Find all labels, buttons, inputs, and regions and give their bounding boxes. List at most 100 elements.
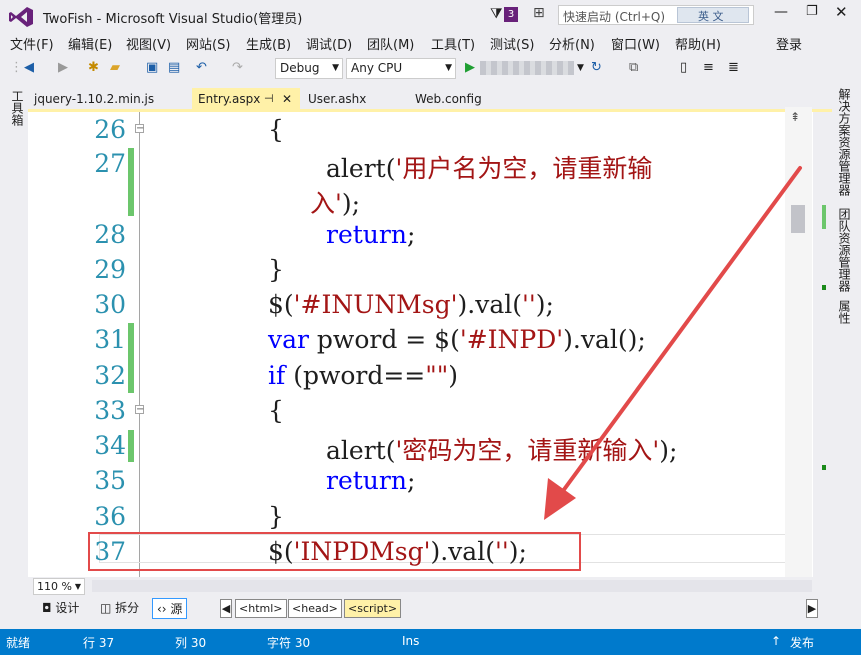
code-token: pword = $( [308,325,460,354]
uncomment-icon[interactable]: ≣ [728,60,739,75]
code-line-30: $('#INUNMsg').val(''); [268,290,554,319]
menu-debug[interactable]: 调试(D) [306,34,352,53]
code-line-36: } [268,502,284,531]
platform-select[interactable]: Any CPU ▼ [346,58,456,79]
browser-link-icon[interactable]: ⧉ [629,60,638,75]
undo-icon[interactable]: ↶ [196,60,207,75]
tab-web-config[interactable]: Web.config [409,88,519,110]
new-project-icon[interactable]: ✱ [88,60,99,75]
toolbar: ⋮ ◀ ▶ ✱ ▰ ▣ ▤ ↶ ↷ Debug ▼ Any CPU ▼ ▶ ▼ … [0,54,861,84]
line-number: 26 [94,115,126,144]
menu-build[interactable]: 生成(B) [246,34,291,53]
string-token: '#INPD' [459,325,564,354]
crumb-head[interactable]: <head> [288,599,342,618]
notification-badge[interactable]: 3 [504,7,518,22]
scrollbar-thumb[interactable] [791,205,805,233]
menu-team[interactable]: 团队(M) [367,34,414,53]
line-number: 36 [94,502,126,531]
chevron-down-icon: ▼ [332,63,339,73]
debug-target-blurred[interactable] [480,61,574,75]
horizontal-scrollbar[interactable] [92,580,812,592]
menu-website[interactable]: 网站(S) [186,34,230,53]
keyword-token: var [268,325,309,354]
chevron-down-icon: ▼ [445,63,452,73]
split-view-button[interactable]: ◫ 拆分 [96,598,143,619]
menu-analyze[interactable]: 分析(N) [549,34,595,53]
menu-view[interactable]: 视图(V) [126,34,171,53]
code-line-35: return; [326,466,415,495]
line-number: 27 [94,149,126,178]
string-token: '用户名为空，请重新输 [395,154,653,183]
collapse-icon[interactable]: − [135,405,144,415]
view-bar [28,596,832,622]
toolbox-tab[interactable]: 工具箱 [9,90,26,126]
code-token: ); [341,189,361,218]
menu-file[interactable]: 文件(F) [10,34,54,53]
left-tool-strip [0,84,28,629]
string-token: 入' [310,189,342,218]
save-all-icon[interactable]: ▤ [168,60,180,75]
feedback-icon[interactable]: ⊞ [533,5,545,21]
code-editor[interactable]: 26 27 28 29 30 31 32 33 34 35 36 37 − − … [28,112,813,577]
status-column: 列 30 [175,636,207,650]
zoom-select[interactable]: 110 % ▼ [33,578,85,595]
toggle-bookmark-icon[interactable]: ▯ [680,60,687,75]
menu-help[interactable]: 帮助(H) [675,34,721,53]
solution-explorer-tab[interactable]: 解决方案资源管理器 [836,88,853,196]
code-token: ; [406,220,416,249]
restore-button[interactable]: ❐ [806,4,818,19]
menu-test[interactable]: 测试(S) [490,34,534,53]
login-link[interactable]: 登录 [776,34,802,53]
forward-icon[interactable]: ▶ [58,60,68,75]
line-number: 32 [94,361,126,390]
source-view-button[interactable]: ‹› 源 [152,598,188,619]
refresh-icon[interactable]: ↻ [591,60,602,75]
comment-icon[interactable]: ≡ [703,60,714,75]
open-file-icon[interactable]: ▰ [110,60,120,75]
tab-user-ashx[interactable]: User.ashx [302,88,402,110]
string-token: '密码为空，请重新输入' [395,436,660,465]
crumb-back-button[interactable]: ◀ [220,599,232,618]
minimize-button[interactable]: — [774,4,788,20]
publish-button[interactable]: 发布 [790,634,814,651]
code-line-31: var pword = $('#INPD').val(); [268,325,646,354]
design-view-button[interactable]: ◘ 设计 [38,598,83,619]
publish-icon[interactable]: ↑ [771,634,781,648]
collapse-icon[interactable]: − [135,124,144,134]
close-button[interactable]: ✕ [835,3,848,21]
close-tab-icon[interactable]: ✕ [282,88,292,110]
redo-icon[interactable]: ↷ [232,60,243,75]
line-number: 35 [94,466,126,495]
configuration-select[interactable]: Debug ▼ [275,58,343,79]
tab-label: jquery-1.10.2.min.js [34,92,155,106]
code-line-34: alert('密码为空，请重新输入'); [326,431,677,467]
split-window-icon[interactable]: ⇞ [790,110,800,124]
back-icon[interactable]: ◀ [24,60,34,75]
tab-entry-aspx[interactable]: Entry.aspx ⊣ ✕ [192,88,300,110]
status-insert-mode: Ins [402,634,420,648]
tab-jquery[interactable]: jquery-1.10.2.min.js [28,88,188,110]
crumb-html[interactable]: <html> [235,599,287,618]
start-debug-icon[interactable]: ▶ [465,60,475,75]
menu-window[interactable]: 窗口(W) [611,34,660,53]
status-bar [0,629,861,655]
chevron-down-icon[interactable]: ▼ [577,63,584,73]
split-label: 拆分 [115,601,140,615]
team-explorer-tab[interactable]: 团队资源管理器 [836,208,853,292]
save-icon[interactable]: ▣ [146,60,158,75]
quick-launch-placeholder: 快速启动 (Ctrl+Q) [563,10,666,24]
crumb-script[interactable]: <script> [344,599,402,618]
change-marker [128,430,134,462]
menu-tools[interactable]: 工具(T) [431,34,475,53]
code-line-29: } [268,255,284,284]
crumb-forward-button[interactable]: ▶ [806,599,818,618]
menu-edit[interactable]: 编辑(E) [68,34,112,53]
keyword-token: return [326,220,407,249]
quick-launch-input[interactable]: 快速启动 (Ctrl+Q) 英 文 [558,5,754,25]
scroll-change-marker [822,465,826,470]
pin-icon[interactable]: ⊣ [264,88,274,110]
keyword-token: if [268,361,286,390]
properties-tab[interactable]: 属性 [836,300,853,324]
vertical-scrollbar[interactable] [785,107,812,577]
notification-filter-icon[interactable]: ⧩ [490,6,503,22]
